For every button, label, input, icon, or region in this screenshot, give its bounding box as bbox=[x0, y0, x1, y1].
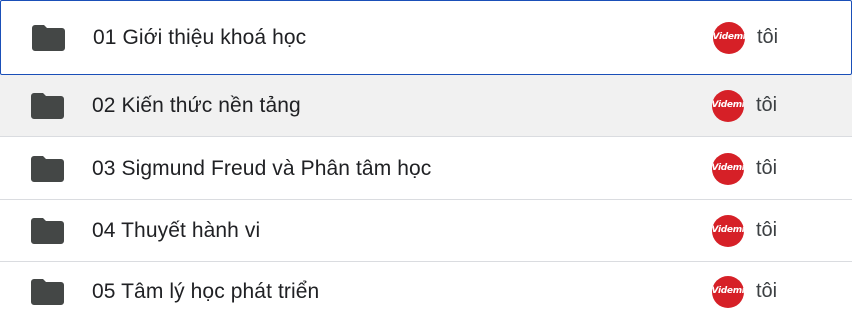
folder-name: 04 Thuyết hành vi bbox=[92, 218, 261, 242]
folder-name: 01 Giới thiệu khoá học bbox=[93, 25, 307, 49]
folder-name: 05 Tâm lý học phát triển bbox=[92, 279, 320, 303]
avatar-logo: Videmi bbox=[712, 286, 744, 296]
folder-icon bbox=[31, 155, 64, 182]
folder-icon bbox=[31, 278, 64, 305]
owner-avatar: Videmi bbox=[712, 152, 744, 185]
owner-avatar: Videmi bbox=[712, 214, 744, 247]
folder-row[interactable]: 03 Sigmund Freud và Phân tâm học Videmi … bbox=[0, 138, 852, 200]
file-list: 01 Giới thiệu khoá học Videmi tôi 02 Kiế… bbox=[0, 0, 852, 321]
owner-avatar: Videmi bbox=[712, 89, 744, 122]
folder-icon bbox=[31, 217, 64, 244]
avatar-logo: Videmi bbox=[712, 225, 744, 235]
folder-row[interactable]: 01 Giới thiệu khoá học Videmi tôi bbox=[0, 0, 852, 75]
owner-name: tôi bbox=[756, 280, 778, 302]
owner-name: tôi bbox=[757, 26, 779, 48]
owner-avatar: Videmi bbox=[713, 21, 745, 54]
folder-row[interactable]: 04 Thuyết hành vi Videmi tôi bbox=[0, 200, 852, 262]
owner-name: tôi bbox=[756, 94, 778, 116]
folder-icon bbox=[31, 92, 64, 119]
folder-row[interactable]: 02 Kiến thức nền tảng Videmi tôi bbox=[0, 75, 852, 137]
owner-name: tôi bbox=[756, 157, 778, 179]
avatar-logo: Videmi bbox=[713, 32, 745, 42]
folder-name: 03 Sigmund Freud và Phân tâm học bbox=[92, 156, 432, 180]
folder-row[interactable]: 05 Tâm lý học phát triển Videmi tôi bbox=[0, 262, 852, 321]
folder-icon bbox=[32, 24, 65, 51]
owner-name: tôi bbox=[756, 219, 778, 241]
avatar-logo: Videmi bbox=[712, 100, 744, 110]
avatar-logo: Videmi bbox=[712, 163, 744, 173]
owner-avatar: Videmi bbox=[712, 275, 744, 308]
folder-name: 02 Kiến thức nền tảng bbox=[92, 93, 301, 117]
